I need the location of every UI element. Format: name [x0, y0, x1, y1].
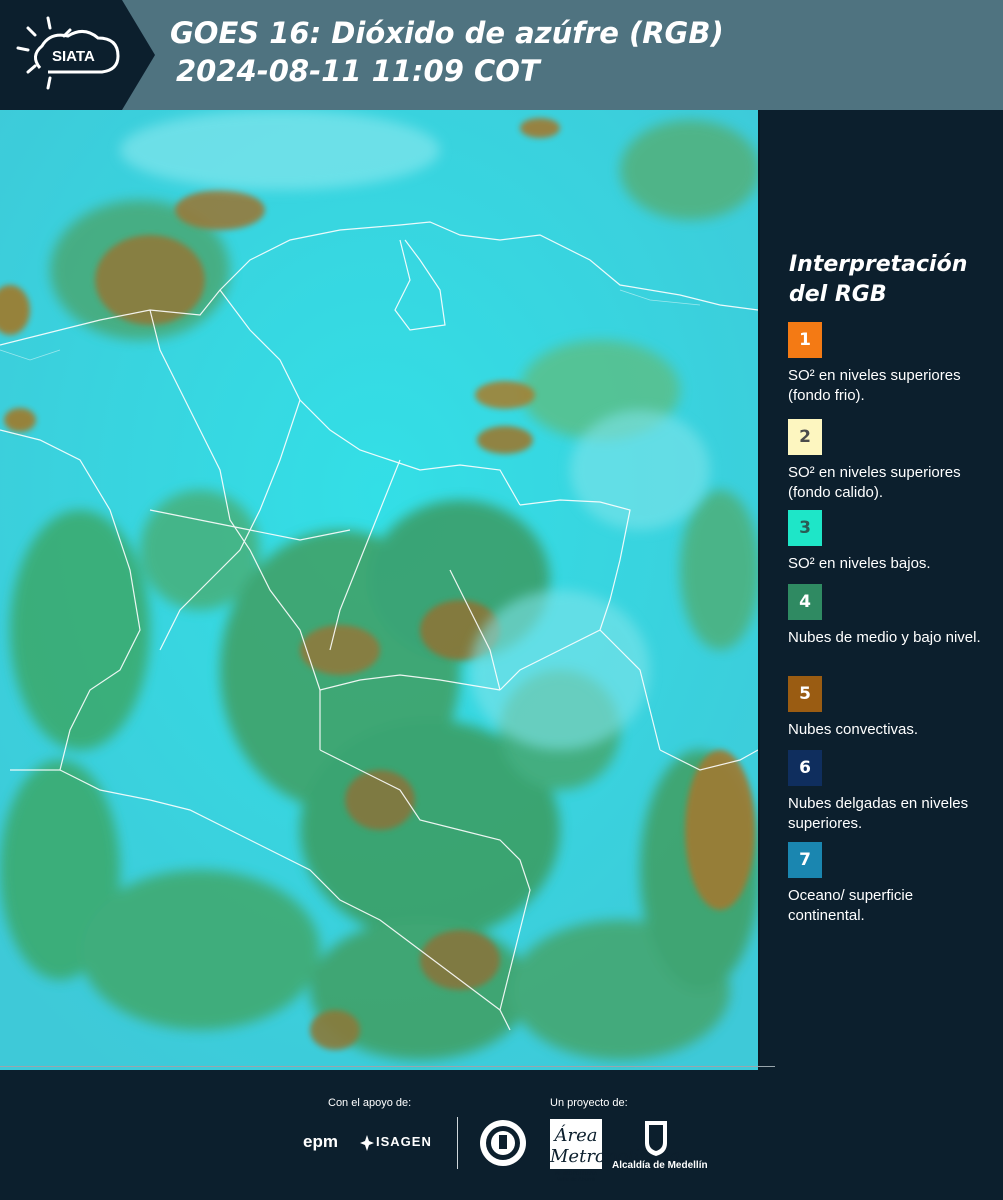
legend-text-3: SO² en niveles bajos.	[788, 555, 931, 572]
alcaldia-text: Alcaldía de Medellín	[612, 1160, 708, 1171]
isagen-text: ISAGEN	[376, 1134, 432, 1149]
legend-item-4: 4 Nubes de medio y bajo nivel.	[788, 584, 988, 648]
legend-title: Interpretación del RGB	[789, 250, 989, 310]
legend-swatch-2: 2	[788, 419, 822, 455]
legend-item-5: 5 Nubes convectivas.	[788, 676, 988, 740]
epm-logo: epm	[303, 1132, 338, 1151]
legend-item-1: 1 SO² en niveles superiores (fondo frio)…	[788, 322, 988, 406]
isagen-mark-icon	[360, 1135, 374, 1151]
legend-swatch-5: 5	[788, 676, 822, 712]
legend-swatch-3: 3	[788, 510, 822, 546]
legend-item-2: 2 SO² en niveles superiores (fondo calid…	[788, 419, 988, 515]
legend-text-2: SO² en niveles superiores (fondo calido)…	[788, 464, 961, 501]
alcaldia-shield-icon	[643, 1119, 669, 1161]
legend-text-6: Nubes delgadas en niveles superiores.	[788, 795, 969, 832]
legend-swatch-1: 1	[788, 322, 822, 358]
siata-logo: SIATA	[0, 0, 155, 110]
legend-text-4: Nubes de medio y bajo nivel.	[788, 629, 981, 646]
area-logo-text: Área Metropolitana	[550, 1125, 680, 1167]
support-label: Con el apoyo de:	[328, 1097, 412, 1109]
isagen-logo: ISAGEN	[360, 1133, 440, 1153]
legend-text-7: Oceano/ superficie continental.	[788, 887, 914, 924]
project-label: Un proyecto de:	[550, 1097, 628, 1109]
legend-swatch-6: 6	[788, 750, 822, 786]
legend-item-7: 7 Oceano/ superficie continental.	[788, 842, 988, 926]
logo-text: SIATA	[52, 48, 95, 65]
legend-title-line1: Interpretación	[789, 252, 968, 277]
medellin-seal	[478, 1117, 528, 1173]
legend-swatch-7: 7	[788, 842, 822, 878]
footer-separator	[457, 1117, 458, 1169]
map-border	[758, 110, 760, 1070]
satellite-map[interactable]	[0, 110, 758, 1070]
footer-divider	[0, 1066, 775, 1067]
legend-item-6: 6 Nubes delgadas en niveles superiores.	[788, 750, 988, 834]
area-metropolitana-logo: Área Metropolitana METROPOLITANA Valle d…	[550, 1119, 680, 1183]
legend-item-3: 3 SO² en niveles bajos.	[788, 510, 988, 574]
legend-text-1: SO² en niveles superiores (fondo frio).	[788, 367, 961, 404]
legend-swatch-4: 4	[788, 584, 822, 620]
page-title: GOES 16: Dióxido de azúfre (RGB)	[170, 16, 724, 50]
legend-title-line2: del RGB	[789, 282, 887, 307]
page-timestamp: 2024-08-11 11:09 COT	[176, 54, 540, 88]
area-logo-sub: METROPOLITANA Valle de Aburrá	[554, 1171, 598, 1183]
legend-text-5: Nubes convectivas.	[788, 721, 919, 738]
